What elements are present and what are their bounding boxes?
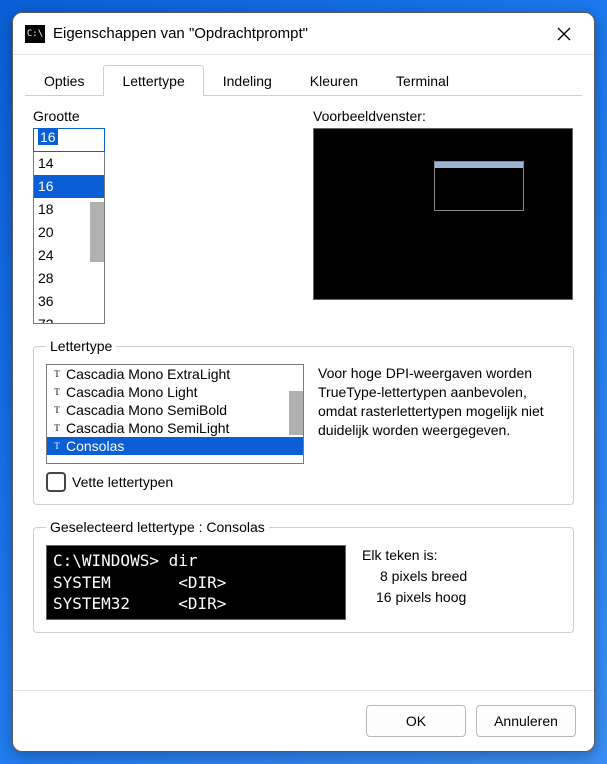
close-icon [557, 27, 571, 41]
char-dimensions: Elk teken is: 8 pixels breed 16 pixels h… [362, 545, 467, 608]
cancel-button[interactable]: Annuleren [476, 705, 576, 737]
font-option[interactable]: TCascadia Mono SemiLight [47, 419, 303, 437]
preview-window [313, 128, 573, 300]
bold-checkbox[interactable] [46, 472, 66, 492]
dims-label: Elk teken is: [362, 545, 467, 566]
truetype-icon: T [51, 422, 63, 434]
size-option[interactable]: 14 [34, 152, 104, 175]
truetype-icon: T [51, 386, 63, 398]
preview-inner-window [434, 161, 524, 211]
font-option[interactable]: TCascadia Mono ExtraLight [47, 365, 303, 383]
window-title: Eigenschappen van "Opdrachtprompt" [53, 25, 546, 42]
size-group: Grootte 16 14 16 18 20 24 28 36 72 [33, 108, 293, 324]
size-listbox[interactable]: 14 16 18 20 24 28 36 72 [33, 152, 105, 324]
tab-terminal[interactable]: Terminal [377, 65, 468, 96]
size-option[interactable]: 36 [34, 290, 104, 313]
close-button[interactable] [546, 19, 582, 49]
font-option[interactable]: TCascadia Mono SemiBold [47, 401, 303, 419]
font-scrollbar[interactable] [289, 391, 303, 435]
size-option[interactable]: 28 [34, 267, 104, 290]
font-group: Lettertype TCascadia Mono ExtraLight TCa… [33, 338, 574, 505]
font-listbox[interactable]: TCascadia Mono ExtraLight TCascadia Mono… [46, 364, 304, 464]
cmd-app-icon: C:\ [25, 25, 45, 43]
truetype-icon: T [51, 368, 63, 380]
dims-height: 16 pixels hoog [362, 587, 467, 608]
dialog-footer: OK Annuleren [13, 690, 594, 751]
selected-font-label: Geselecteerd lettertype : Consolas [46, 519, 269, 535]
dims-width: 8 pixels breed [362, 566, 467, 587]
size-option[interactable]: 72 [34, 313, 104, 324]
truetype-icon: T [51, 440, 63, 452]
preview-label: Voorbeeldvenster: [313, 108, 574, 124]
tab-lettertype[interactable]: Lettertype [103, 65, 203, 96]
ok-button[interactable]: OK [366, 705, 466, 737]
font-dpi-note: Voor hoge DPI-weergaven worden TrueType-… [318, 364, 561, 464]
tab-opties[interactable]: Opties [25, 65, 103, 96]
size-label: Grootte [33, 108, 293, 124]
size-option[interactable]: 16 [34, 175, 104, 198]
tab-strip: Opties Lettertype Indeling Kleuren Termi… [13, 55, 594, 96]
tab-body: Grootte 16 14 16 18 20 24 28 36 72 Voorb… [13, 96, 594, 690]
terminal-preview: C:\WINDOWS> dir SYSTEM <DIR> SYSTEM32 <D… [46, 545, 346, 620]
preview-group: Voorbeeldvenster: [313, 108, 574, 324]
titlebar: C:\ Eigenschappen van "Opdrachtprompt" [13, 13, 594, 55]
tab-indeling[interactable]: Indeling [204, 65, 291, 96]
properties-dialog: C:\ Eigenschappen van "Opdrachtprompt" O… [12, 12, 595, 752]
font-option[interactable]: TCascadia Mono Light [47, 383, 303, 401]
size-input[interactable]: 16 [33, 128, 105, 152]
font-group-label: Lettertype [46, 338, 116, 354]
tab-kleuren[interactable]: Kleuren [291, 65, 377, 96]
font-option[interactable]: TConsolas [47, 437, 303, 455]
size-scrollbar[interactable] [90, 202, 104, 262]
bold-label: Vette lettertypen [72, 474, 173, 490]
truetype-icon: T [51, 404, 63, 416]
selected-font-group: Geselecteerd lettertype : Consolas C:\WI… [33, 519, 574, 633]
